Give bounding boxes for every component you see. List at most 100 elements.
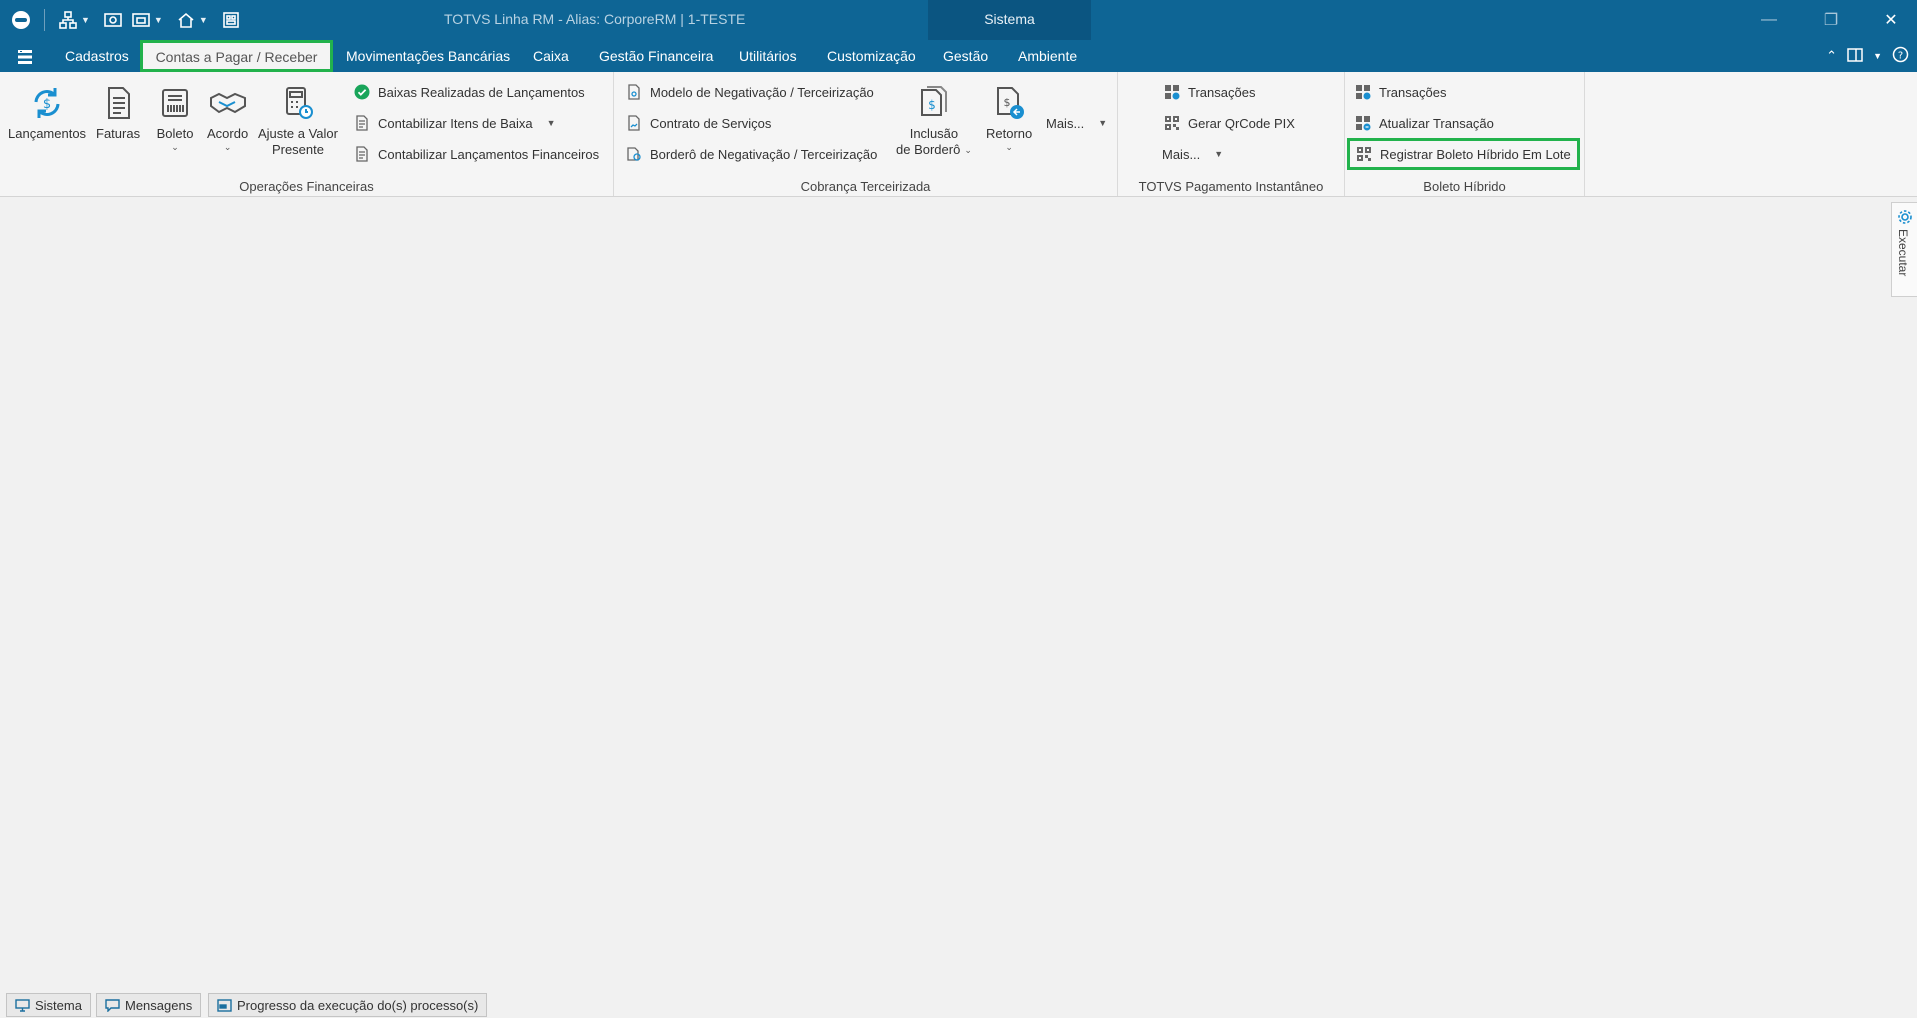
ribbon: $ Lançamentos Faturas Boleto ⌄ Acordo ⌄ … — [0, 72, 1917, 197]
inclusao-label-2: de Borderô — [896, 142, 961, 157]
ajuste-label-1: Ajuste a Valor — [258, 126, 338, 141]
lancamentos-button[interactable]: $ Lançamentos — [8, 84, 86, 142]
status-tab-sistema[interactable]: Sistema — [6, 993, 91, 1017]
boleto-icon — [162, 89, 188, 117]
home-icon[interactable] — [175, 9, 197, 31]
status-tab-progresso[interactable]: Progresso da execução do(s) processo(s) — [208, 993, 488, 1017]
menu-contas-pagar-receber[interactable]: Contas a Pagar / Receber — [140, 40, 333, 72]
menu-caixa[interactable]: Caixa — [533, 48, 569, 64]
contab-lanc-label: Contabilizar Lançamentos Financeiros — [378, 146, 600, 162]
atualizar-transacao-button[interactable]: Atualizar Transação — [1355, 112, 1494, 134]
status-tab-mensagens[interactable]: Mensagens — [96, 993, 202, 1017]
minimize-button[interactable]: — — [1746, 6, 1792, 34]
update-transaction-icon — [1356, 116, 1371, 131]
contabilizar-itens-baixa-button[interactable]: Contabilizar Itens de Baixa ▼ — [354, 112, 556, 134]
help-icon[interactable]: ? — [1892, 46, 1909, 66]
executar-side-tab[interactable]: Executar — [1891, 202, 1917, 297]
chevron-down-icon[interactable]: ▼ — [1873, 51, 1882, 61]
group-operacoes-financeiras: $ Lançamentos Faturas Boleto ⌄ Acordo ⌄ … — [0, 72, 614, 196]
svg-text:$: $ — [1004, 96, 1011, 109]
document-icon — [356, 146, 368, 162]
registrar-label: Registrar Boleto Híbrido Em Lote — [1380, 146, 1571, 162]
hibrido-transacoes-button[interactable]: Transações — [1355, 81, 1446, 103]
chevron-down-icon[interactable]: ⌄ — [224, 142, 232, 152]
transactions-icon — [1165, 85, 1180, 100]
menu-movimentacoes-bancarias[interactable]: Movimentações Bancárias — [346, 48, 510, 64]
close-button[interactable]: ✕ — [1868, 6, 1914, 34]
ajuste-valor-presente-button[interactable]: Ajuste a Valor Presente — [258, 84, 338, 158]
window-title: TOTVS Linha RM - Alias: CorporeRM | 1-TE… — [444, 11, 746, 27]
lancamentos-label: Lançamentos — [8, 126, 87, 141]
menu-gestao[interactable]: Gestão — [943, 48, 988, 64]
inclusao-label-1: Inclusão — [909, 126, 959, 141]
check-circle-icon — [354, 84, 370, 100]
layout-icon[interactable] — [1847, 47, 1863, 66]
view-icon[interactable] — [102, 9, 124, 31]
group-label-pix: TOTVS Pagamento Instantâneo — [1138, 179, 1324, 194]
menu-ambiente[interactable]: Ambiente — [1018, 48, 1077, 64]
baixas-realizadas-button[interactable]: Baixas Realizadas de Lançamentos — [354, 81, 585, 103]
qrcode-icon — [1357, 147, 1371, 161]
documents-money-icon: $ — [920, 86, 947, 116]
menu-customizacao[interactable]: Customização — [827, 48, 916, 64]
return-document-icon: $ — [997, 87, 1025, 119]
pix-mais-button[interactable]: Mais... ▼ — [1162, 143, 1223, 165]
window-list-icon[interactable] — [130, 9, 152, 31]
bordero-icon — [627, 147, 641, 161]
collapse-ribbon-icon[interactable]: ⌃ — [1826, 48, 1837, 64]
boleto-button[interactable]: Boleto ⌄ — [156, 84, 194, 152]
group-label-hibrido: Boleto Híbrido — [1423, 179, 1506, 194]
qrcode-icon — [1165, 116, 1179, 130]
group-label-operacoes: Operações Financeiras — [239, 179, 374, 194]
document-settings-icon — [628, 84, 640, 100]
cobranca-mais-button[interactable]: Mais... ▼ — [1046, 112, 1107, 134]
workspace-area — [0, 197, 1917, 987]
inclusao-bordero-button[interactable]: $ Inclusão de Borderô ⌄ — [896, 84, 972, 158]
app-menu-icon[interactable] — [16, 48, 34, 66]
gerar-qrcode-pix-button[interactable]: Gerar QrCode PIX — [1164, 112, 1295, 134]
menu-gestao-financeira[interactable]: Gestão Financeira — [599, 48, 713, 64]
chevron-down-icon[interactable]: ▼ — [1098, 118, 1107, 128]
svg-text:$: $ — [43, 97, 51, 112]
bordero-negativacao-button[interactable]: Borderô de Negativação / Terceirização — [626, 143, 877, 165]
dashboard-icon[interactable] — [220, 9, 242, 31]
chevron-down-icon[interactable]: ▼ — [81, 15, 90, 25]
acordo-button[interactable]: Acordo ⌄ — [207, 84, 248, 152]
menu-cadastros[interactable]: Cadastros — [65, 48, 129, 64]
faturas-button[interactable]: Faturas — [96, 84, 140, 142]
status-sistema-label: Sistema — [35, 997, 82, 1013]
registrar-boleto-hibrido-lote-button[interactable]: Registrar Boleto Híbrido Em Lote — [1347, 138, 1580, 170]
chevron-down-icon[interactable]: ⌄ — [964, 145, 972, 155]
acordo-label: Acordo — [207, 126, 249, 141]
chevron-down-icon[interactable]: ▼ — [1214, 149, 1223, 159]
status-mensagens-label: Mensagens — [125, 997, 193, 1013]
modelo-negativacao-button[interactable]: Modelo de Negativação / Terceirização — [626, 81, 874, 103]
chevron-down-icon[interactable]: ⌄ — [171, 142, 179, 152]
contab-itens-label: Contabilizar Itens de Baixa — [378, 115, 533, 131]
group-cobranca-terceirizada: Modelo de Negativação / Terceirização Co… — [614, 72, 1118, 196]
chevron-down-icon[interactable]: ▼ — [154, 15, 163, 25]
handshake-icon — [209, 92, 246, 114]
gear-icon — [1898, 210, 1912, 224]
chevron-down-icon[interactable]: ▼ — [199, 15, 208, 25]
status-bar: Sistema Mensagens Progresso da execução … — [0, 990, 1917, 1018]
menu-right-icons: ⌃ ▼ ? — [1826, 46, 1909, 66]
faturas-label: Faturas — [96, 126, 141, 141]
retorno-button[interactable]: $ Retorno ⌄ — [986, 84, 1032, 152]
contract-icon — [628, 115, 640, 131]
contrato-servicos-button[interactable]: Contrato de Serviços — [626, 112, 771, 134]
contabilizar-lancamentos-button[interactable]: Contabilizar Lançamentos Financeiros — [354, 143, 599, 165]
contrato-label: Contrato de Serviços — [650, 115, 772, 131]
totvs-logo-icon[interactable] — [10, 9, 32, 31]
pix-transacoes-button[interactable]: Transações — [1164, 81, 1255, 103]
cobranca-mais-label: Mais... — [1046, 115, 1085, 131]
pix-mais-label: Mais... — [1162, 146, 1201, 162]
chevron-down-icon[interactable]: ⌄ — [1005, 142, 1013, 152]
menu-utilitarios[interactable]: Utilitários — [739, 48, 797, 64]
restore-button[interactable]: ❐ — [1808, 6, 1854, 34]
calculator-clock-icon — [285, 87, 313, 119]
hierarchy-icon[interactable] — [57, 9, 79, 31]
pix-transacoes-label: Transações — [1188, 84, 1256, 100]
context-tab-label: Sistema — [984, 11, 1035, 27]
chevron-down-icon[interactable]: ▼ — [547, 118, 556, 128]
